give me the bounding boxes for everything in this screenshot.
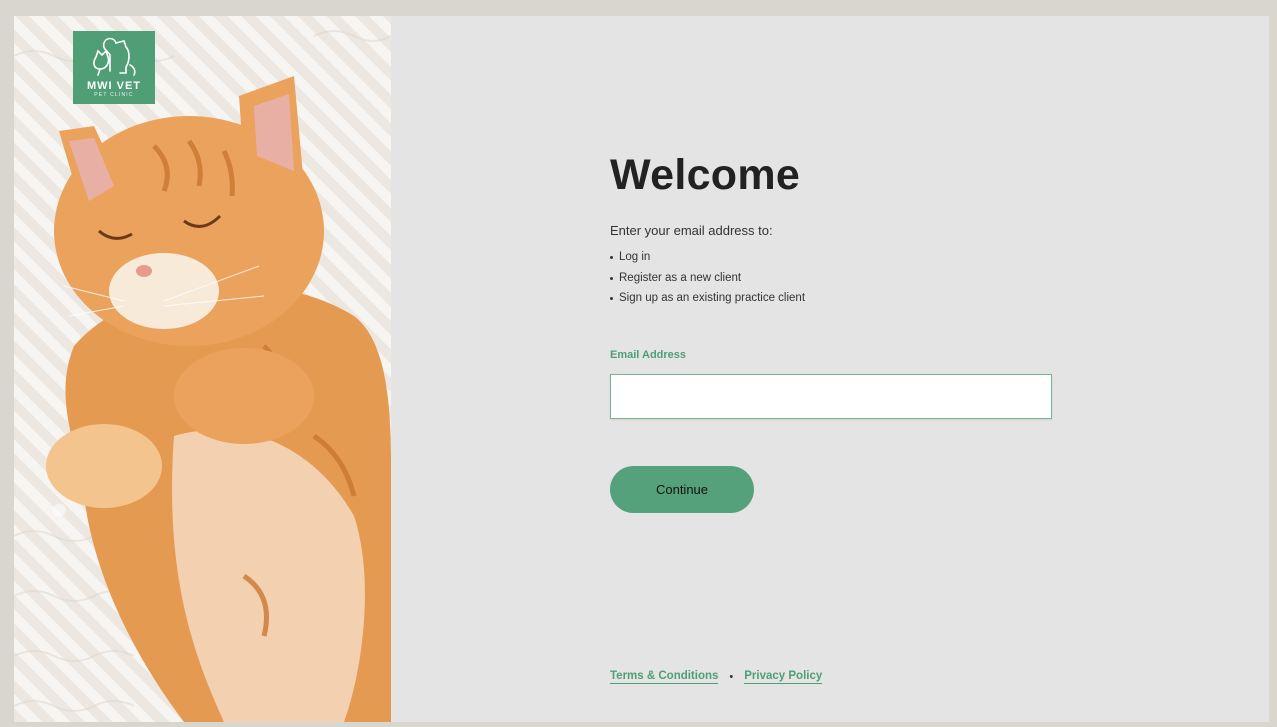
continue-button[interactable]: Continue bbox=[610, 466, 754, 513]
email-field[interactable] bbox=[610, 374, 1052, 419]
login-panel: Welcome Enter your email address to: Log… bbox=[610, 16, 1210, 722]
list-item: Sign up as an existing practice client bbox=[610, 288, 805, 309]
options-list: Log in Register as a new client Sign up … bbox=[610, 247, 805, 309]
page-title: Welcome bbox=[610, 151, 801, 199]
cat-illustration bbox=[14, 30, 391, 722]
footer-separator: • bbox=[729, 671, 734, 683]
list-item: Register as a new client bbox=[610, 268, 805, 289]
terms-link[interactable]: Terms & Conditions bbox=[610, 670, 719, 684]
logo-title: MWI VET bbox=[86, 80, 142, 92]
pet-logo-icon bbox=[93, 37, 136, 76]
email-label: Email Address bbox=[610, 349, 687, 361]
list-item: Log in bbox=[610, 247, 805, 268]
cat-photo: MWI VET PET CLINIC bbox=[14, 16, 391, 722]
intro-text: Enter your email address to: bbox=[610, 223, 773, 238]
logo-subtitle: PET CLINIC bbox=[94, 92, 134, 98]
clinic-logo[interactable]: MWI VET PET CLINIC bbox=[73, 31, 155, 104]
footer-links: Terms & Conditions • Privacy Policy bbox=[610, 670, 823, 684]
login-page: MWI VET PET CLINIC Welcome Enter your em… bbox=[14, 16, 1269, 722]
privacy-link[interactable]: Privacy Policy bbox=[744, 670, 823, 684]
